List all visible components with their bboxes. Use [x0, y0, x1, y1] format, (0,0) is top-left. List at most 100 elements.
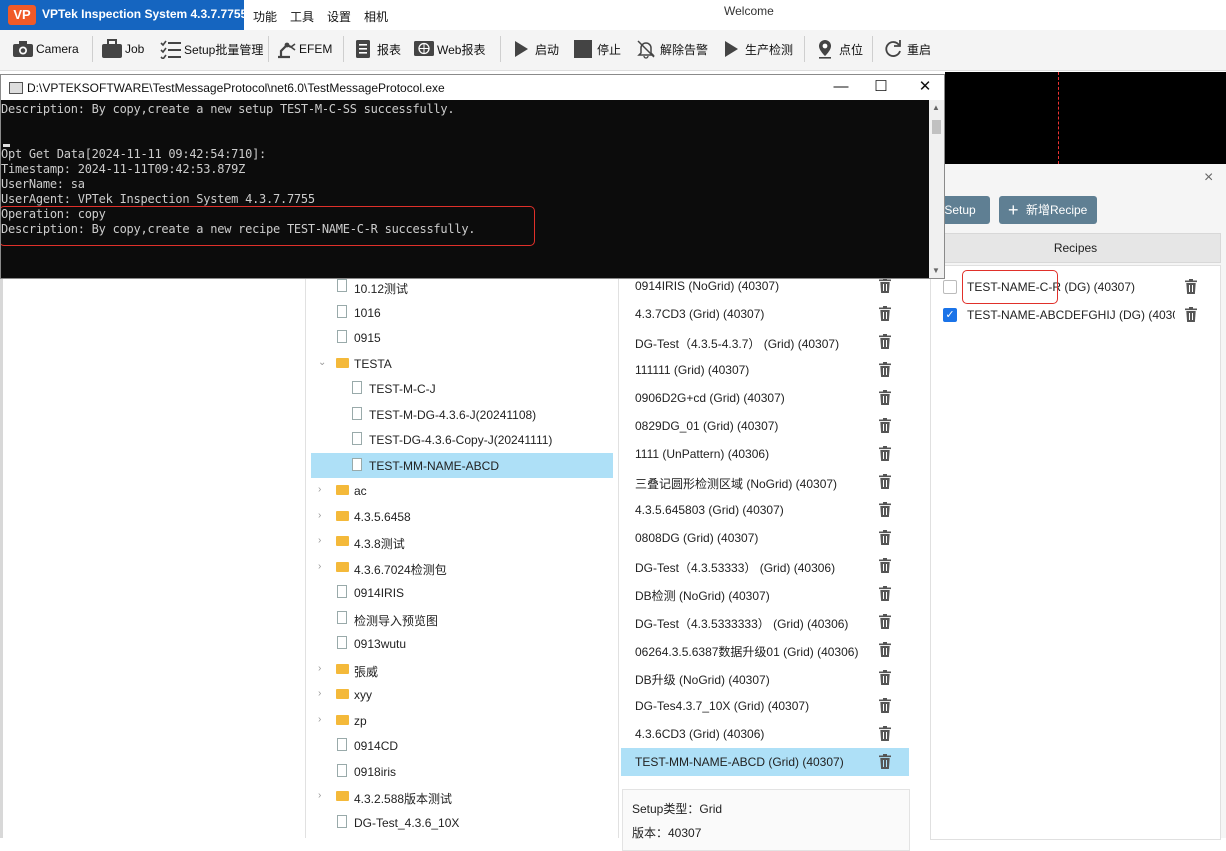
web-report-button[interactable]: Web报表 — [413, 34, 485, 64]
trash-icon[interactable] — [879, 278, 891, 293]
tree-item[interactable]: › ac — [306, 478, 608, 503]
folder-icon — [336, 357, 349, 368]
menu-settings[interactable]: 设置 — [327, 8, 351, 25]
chevron-right-icon[interactable]: › — [318, 561, 328, 572]
setup-row[interactable]: 4.3.6CD3 (Grid) (40306) — [621, 720, 909, 748]
chevron-right-icon[interactable]: › — [318, 689, 328, 699]
trash-icon[interactable] — [879, 586, 891, 601]
tree-item[interactable]: 0914CD — [306, 733, 608, 758]
trash-icon[interactable] — [879, 306, 891, 321]
menu-function[interactable]: 功能 — [253, 8, 277, 25]
camera-crosshair-line — [1058, 72, 1059, 164]
tree-item[interactable]: › 4.3.6.7024检测包 — [306, 555, 608, 580]
trash-icon[interactable] — [879, 670, 891, 685]
setup-row[interactable]: 三叠记圆形检测区域 (NoGrid) (40307) — [621, 468, 909, 496]
close-icon[interactable]: ✕ — [915, 77, 935, 97]
job-button[interactable]: Job — [101, 34, 144, 64]
setup-row[interactable]: 0829DG_01 (Grid) (40307) — [621, 412, 909, 440]
tree-item[interactable]: › 4.3.5.6458 — [306, 504, 608, 529]
efem-button[interactable]: EFEM — [275, 34, 332, 64]
setup-row[interactable]: TEST-MM-NAME-ABCD (Grid) (40307) — [621, 748, 909, 776]
tree-item[interactable]: › 4.3.2.588版本测试 — [306, 784, 608, 809]
chevron-right-icon[interactable]: › — [318, 663, 328, 674]
console-scrollbar[interactable]: ▲ ▼ — [929, 100, 944, 278]
restart-button[interactable]: 重启 — [883, 34, 931, 64]
chevron-right-icon[interactable]: › — [318, 714, 328, 725]
trash-icon[interactable] — [879, 390, 891, 405]
production-inspect-button[interactable]: 生产检测 — [721, 34, 793, 64]
setup-row[interactable]: 06264.3.5.6387数据升级01 (Grid) (40306) — [621, 636, 909, 664]
setup-row[interactable]: DG-Test（4.3.53333） (Grid) (40306) — [621, 552, 909, 580]
scroll-up-icon[interactable]: ▲ — [932, 103, 940, 112]
tree-item[interactable]: TEST-M-C-J — [306, 376, 608, 401]
tree-item[interactable]: 0914IRIS — [306, 580, 608, 605]
setup-row[interactable]: 111111 (Grid) (40307) — [621, 356, 909, 384]
menu-tools[interactable]: 工具 — [290, 8, 314, 25]
trash-icon[interactable] — [879, 362, 891, 377]
chevron-right-icon[interactable]: › — [318, 485, 328, 495]
chevron-down-icon[interactable]: ⌄ — [318, 357, 328, 368]
chevron-right-icon[interactable]: › — [318, 536, 328, 546]
setup-row[interactable]: 4.3.5.645803 (Grid) (40307) — [621, 496, 909, 524]
setup-row[interactable]: 0906D2G+cd (Grid) (40307) — [621, 384, 909, 412]
setup-row[interactable]: DB检测 (NoGrid) (40307) — [621, 580, 909, 608]
report-button[interactable]: 报表 — [353, 34, 401, 64]
highlight-box — [962, 270, 1058, 304]
camera-button[interactable]: Camera — [12, 34, 79, 64]
chevron-right-icon[interactable]: › — [318, 791, 328, 801]
setup-batch-button[interactable]: Setup批量管理 — [160, 34, 263, 64]
tree-item[interactable]: 0915 — [306, 325, 608, 350]
tree-item[interactable]: 1016 — [306, 300, 608, 325]
setup-row[interactable]: 1111 (UnPattern) (40306) — [621, 440, 909, 468]
recipe-checkbox[interactable] — [943, 280, 957, 294]
trash-icon[interactable] — [879, 754, 891, 769]
tree-item[interactable]: 检测导入预览图 — [306, 606, 608, 631]
trash-icon[interactable] — [1185, 279, 1197, 294]
setup-row[interactable]: DG-Test（4.3.5333333） (Grid) (40306) — [621, 608, 909, 636]
trash-icon[interactable] — [879, 698, 891, 713]
trash-icon[interactable] — [879, 530, 891, 545]
setup-label: DB升级 (NoGrid) (40307) — [635, 673, 770, 687]
setup-row[interactable]: DB升级 (NoGrid) (40307) — [621, 664, 909, 692]
maximize-icon[interactable]: ☐ — [871, 77, 891, 97]
tree-item[interactable]: DG-Test_4.3.6_10X — [306, 810, 608, 835]
tree-item[interactable]: › zp — [306, 708, 608, 733]
minimize-icon[interactable]: — — [831, 77, 851, 97]
trash-icon[interactable] — [879, 558, 891, 573]
tree-item[interactable]: › 張威 — [306, 657, 608, 682]
new-recipe-button[interactable]: + 新增Recipe — [999, 196, 1097, 224]
tree-item[interactable]: 0918iris — [306, 759, 608, 784]
position-button[interactable]: 点位 — [815, 34, 863, 64]
tree-item[interactable]: TEST-MM-NAME-ABCD — [311, 452, 613, 478]
stop-button[interactable]: 停止 — [573, 34, 621, 64]
tree-item[interactable]: TEST-M-DG-4.3.6-J(20241108) — [306, 402, 608, 427]
tree-item[interactable]: › xyy — [306, 682, 608, 707]
tree-item[interactable]: TEST-DG-4.3.6-Copy-J(20241111) — [306, 427, 608, 452]
trash-icon[interactable] — [879, 726, 891, 741]
scroll-down-icon[interactable]: ▼ — [932, 266, 940, 275]
setup-row[interactable]: DG-Test（4.3.5-4.3.7） (Grid) (40307) — [621, 328, 909, 356]
trash-icon[interactable] — [879, 474, 891, 489]
dialog-close-icon[interactable]: × — [1204, 169, 1213, 187]
trash-icon[interactable] — [879, 334, 891, 349]
trash-icon[interactable] — [879, 614, 891, 629]
tree-item[interactable]: › 4.3.8测试 — [306, 529, 608, 554]
start-button[interactable]: 启动 — [511, 34, 559, 64]
scrollbar-thumb[interactable] — [932, 120, 941, 134]
tree-item[interactable]: ⌄ TESTA — [306, 351, 608, 376]
recipe-row[interactable]: ✓ TEST-NAME-ABCDEFGHIJ (DG) (40307) — [931, 301, 1220, 329]
setup-row[interactable]: DG-Tes4.3.7_10X (Grid) (40307) — [621, 692, 909, 720]
menu-camera[interactable]: 相机 — [364, 8, 388, 25]
setup-row[interactable]: 0808DG (Grid) (40307) — [621, 524, 909, 552]
trash-icon[interactable] — [879, 446, 891, 461]
recipe-checkbox-checked[interactable]: ✓ — [943, 308, 957, 322]
trash-icon[interactable] — [879, 502, 891, 517]
trash-icon[interactable] — [1185, 307, 1197, 322]
clear-alarm-button[interactable]: 解除告警 — [636, 34, 708, 64]
tree-item[interactable]: 0913wutu — [306, 631, 608, 656]
trash-icon[interactable] — [879, 642, 891, 657]
setup-row[interactable]: 4.3.7CD3 (Grid) (40307) — [621, 300, 909, 328]
chevron-right-icon[interactable]: › — [318, 510, 328, 521]
trash-icon[interactable] — [879, 418, 891, 433]
setup-label: 0808DG (Grid) (40307) — [635, 531, 759, 545]
